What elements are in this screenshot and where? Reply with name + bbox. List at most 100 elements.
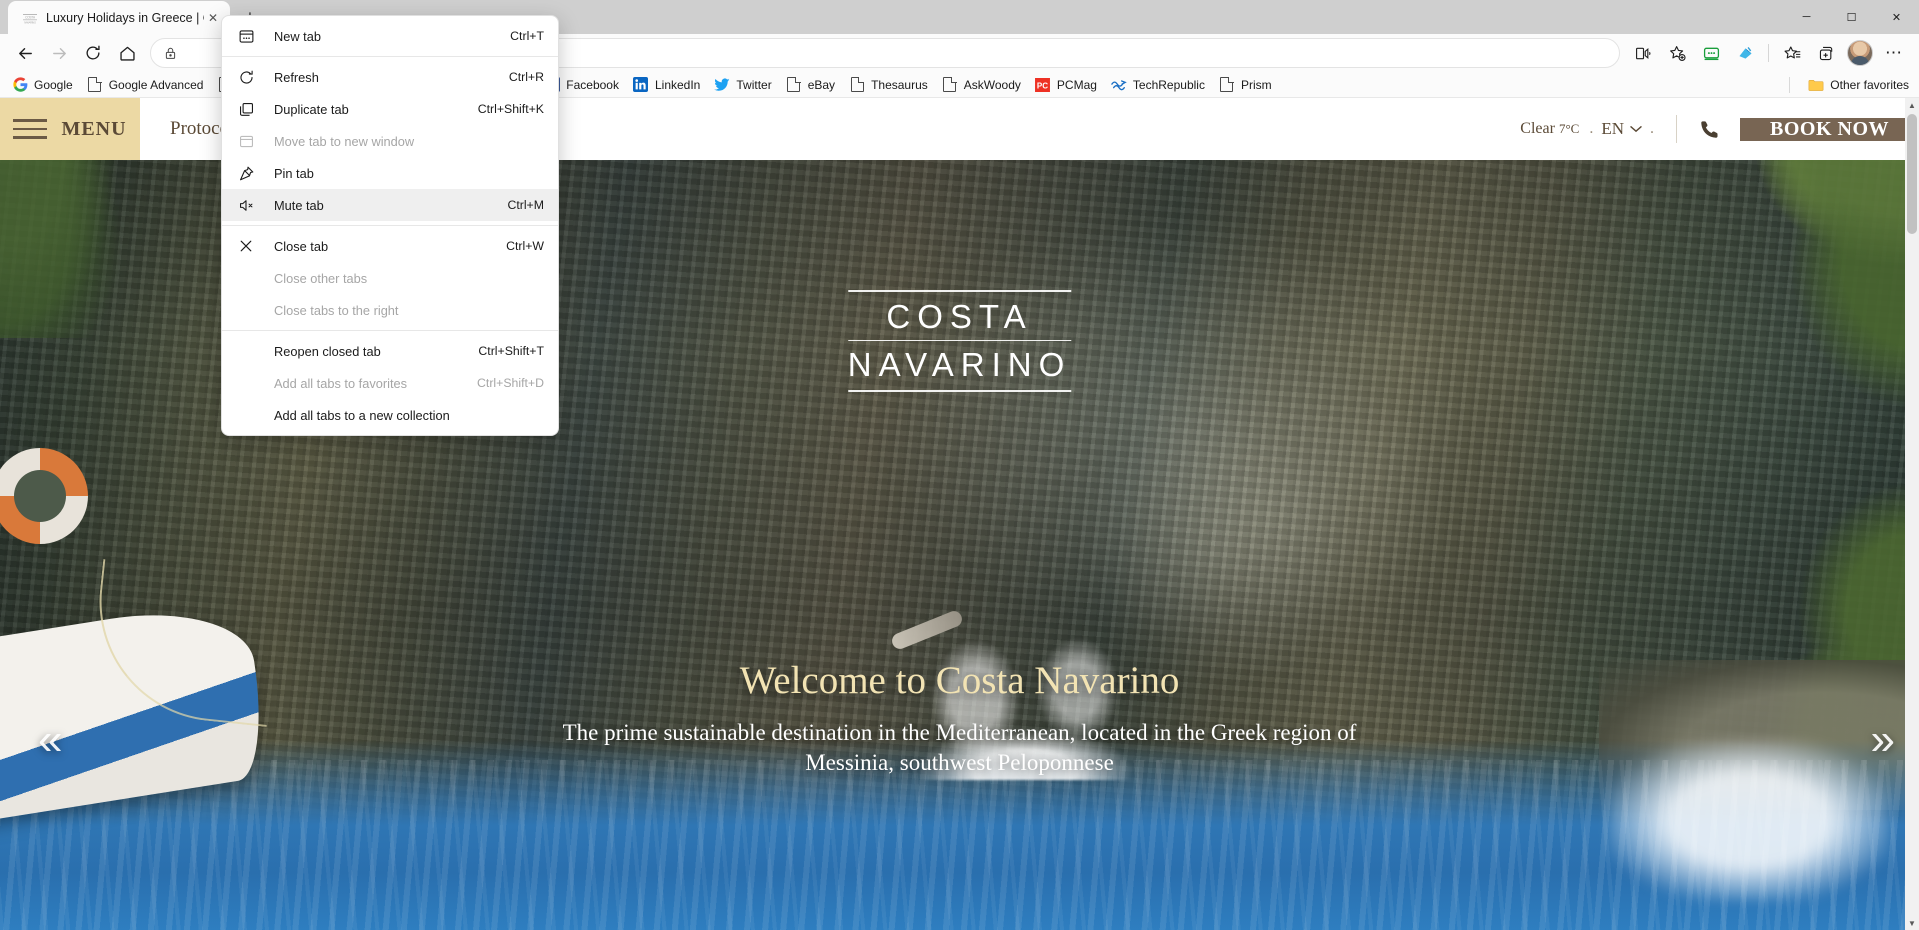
context-menu-item-pin-tab[interactable]: Pin tab bbox=[222, 157, 558, 189]
context-menu-label: Close other tabs bbox=[274, 270, 368, 286]
window-controls: ─ ☐ ✕ bbox=[1784, 0, 1919, 34]
logo-line-1: COSTA bbox=[886, 297, 1033, 335]
context-menu-item-mute-tab[interactable]: Mute tab Ctrl+M bbox=[222, 189, 558, 221]
extension-icon[interactable] bbox=[1728, 38, 1762, 68]
maximize-button[interactable]: ☐ bbox=[1829, 1, 1874, 33]
mute-icon bbox=[236, 195, 256, 215]
doc-icon bbox=[786, 76, 802, 93]
page-scrollbar[interactable]: ▲ ▼ bbox=[1905, 98, 1919, 930]
doc-icon bbox=[87, 76, 103, 93]
doc-icon bbox=[1219, 76, 1235, 93]
context-menu-item-close-other-tabs: Close other tabs bbox=[222, 262, 558, 294]
chevron-down-icon bbox=[1630, 125, 1642, 133]
back-icon[interactable] bbox=[8, 38, 42, 68]
linkedin-icon bbox=[633, 77, 649, 93]
context-menu-item-refresh[interactable]: Refresh Ctrl+R bbox=[222, 61, 558, 93]
bookmark-techrepublic[interactable]: TechRepublic bbox=[1105, 75, 1211, 95]
logo-line-2: NAVARINO bbox=[847, 346, 1072, 383]
context-menu-item-new-tab[interactable]: New tab Ctrl+T bbox=[222, 20, 558, 52]
menu-button[interactable]: MENU bbox=[0, 98, 140, 160]
bookmark-linkedin[interactable]: LinkedIn bbox=[627, 75, 706, 95]
folder-icon bbox=[1808, 77, 1824, 93]
phone-icon bbox=[1701, 120, 1718, 138]
context-menu-label: Add all tabs to favorites bbox=[274, 375, 408, 391]
bookmark-thesaurus[interactable]: Thesaurus bbox=[843, 75, 934, 95]
scroll-down-arrow[interactable]: ▼ bbox=[1905, 916, 1919, 930]
bookmark-prism[interactable]: Prism bbox=[1213, 75, 1278, 95]
bookmark-twitter[interactable]: Twitter bbox=[708, 75, 777, 95]
svg-text:PC: PC bbox=[1037, 81, 1048, 90]
tab-close-icon[interactable]: ✕ bbox=[204, 9, 222, 27]
google-icon bbox=[12, 77, 28, 93]
add-favorite-icon[interactable] bbox=[1660, 38, 1694, 68]
scroll-up-arrow[interactable]: ▲ bbox=[1905, 98, 1919, 112]
scrollbar-thumb[interactable] bbox=[1907, 114, 1917, 234]
language-selector[interactable]: EN bbox=[1597, 119, 1646, 139]
svg-text:NAVARINO: NAVARINO bbox=[24, 20, 36, 24]
settings-and-more-icon[interactable]: ⋯ bbox=[1877, 38, 1911, 68]
context-menu-label: Reopen closed tab bbox=[274, 343, 381, 359]
context-menu-label: Close tabs to the right bbox=[274, 302, 399, 318]
pin-icon bbox=[236, 163, 256, 183]
bookmark-ebay[interactable]: eBay bbox=[780, 75, 841, 95]
hero-subtitle: The prime sustainable destination in the… bbox=[562, 720, 1357, 775]
context-menu-shortcut: Ctrl+R bbox=[508, 70, 544, 84]
read-aloud-icon[interactable] bbox=[1626, 38, 1660, 68]
bookmark-label: Google Advanced bbox=[108, 77, 204, 92]
carousel-prev-arrow[interactable]: « bbox=[38, 718, 63, 762]
book-now-button[interactable]: BOOK NOW bbox=[1739, 117, 1919, 141]
site-logo[interactable]: COSTA NAVARINO bbox=[847, 290, 1072, 392]
context-menu-separator bbox=[222, 225, 558, 226]
profile-avatar[interactable] bbox=[1847, 40, 1873, 66]
bookmark-google-advanced[interactable]: Google Advanced bbox=[81, 75, 210, 95]
no-icon bbox=[236, 341, 256, 361]
pcmag-icon: PC bbox=[1035, 77, 1051, 93]
hero-title: Welcome to Costa Navarino bbox=[739, 659, 1180, 702]
refresh-icon[interactable] bbox=[76, 38, 110, 68]
site-header-right: Clear 7°C . EN . BOOK NOW bbox=[1514, 98, 1919, 160]
weather-temperature: 7°C bbox=[1558, 121, 1580, 136]
context-menu-item-close-tab[interactable]: Close tab Ctrl+W bbox=[222, 230, 558, 262]
favorites-icon[interactable] bbox=[1775, 38, 1809, 68]
browser-essentials-icon[interactable] bbox=[1694, 38, 1728, 68]
context-menu-label: Pin tab bbox=[274, 165, 314, 181]
context-menu-item-duplicate-tab[interactable]: Duplicate tab Ctrl+Shift+K bbox=[222, 93, 558, 125]
header-divider bbox=[1675, 115, 1677, 143]
techrepublic-icon bbox=[1111, 77, 1127, 93]
context-menu-item-reopen-closed-tab[interactable]: Reopen closed tab Ctrl+Shift+T bbox=[222, 335, 558, 367]
weather-widget[interactable]: Clear 7°C bbox=[1514, 120, 1585, 138]
context-menu-shortcut: Ctrl+Shift+D bbox=[477, 376, 544, 390]
close-window-button[interactable]: ✕ bbox=[1874, 1, 1919, 33]
lock-icon bbox=[157, 38, 183, 68]
context-menu-label: Refresh bbox=[274, 69, 319, 85]
separator-dot-1: . bbox=[1589, 120, 1594, 137]
home-icon[interactable] bbox=[110, 38, 144, 68]
context-menu-item-close-tabs-to-the-right: Close tabs to the right bbox=[222, 294, 558, 326]
phone-button[interactable] bbox=[1695, 119, 1740, 140]
minimize-button[interactable]: ─ bbox=[1784, 1, 1829, 33]
bookmark-pcmag[interactable]: PC PCMag bbox=[1029, 75, 1103, 95]
weather-condition: Clear bbox=[1520, 120, 1555, 137]
context-menu-shortcut: Ctrl+W bbox=[506, 239, 544, 253]
context-menu-item-add-all-tabs-to-new-collection[interactable]: Add all tabs to a new collection bbox=[222, 399, 558, 431]
other-favorites-folder[interactable]: Other favorites bbox=[1802, 75, 1909, 95]
context-menu-label: New tab bbox=[274, 28, 321, 44]
context-menu-label: Mute tab bbox=[274, 197, 324, 213]
bookmark-label: TechRepublic bbox=[1132, 77, 1205, 92]
collections-icon[interactable] bbox=[1809, 38, 1843, 68]
separator-dot-2: . bbox=[1649, 120, 1654, 137]
language-label: EN bbox=[1601, 119, 1624, 138]
bookmark-google[interactable]: Google bbox=[6, 75, 79, 95]
no-icon bbox=[236, 268, 256, 288]
menu-label: MENU bbox=[61, 117, 127, 140]
bookmark-label: AskWoody bbox=[963, 77, 1021, 92]
carousel-next-arrow[interactable]: » bbox=[1871, 718, 1896, 762]
browser-tab[interactable]: COSTA NAVARINO Luxury Holidays in Greece… bbox=[8, 1, 230, 34]
context-menu-label: Duplicate tab bbox=[274, 101, 349, 117]
toolbar-right-actions: ⋯ bbox=[1626, 38, 1911, 68]
context-menu-label: Move tab to new window bbox=[274, 133, 415, 149]
doc-icon bbox=[849, 76, 865, 93]
context-menu-separator bbox=[222, 56, 558, 57]
bookmark-askwoody[interactable]: AskWoody bbox=[936, 75, 1027, 95]
no-icon bbox=[236, 373, 256, 393]
